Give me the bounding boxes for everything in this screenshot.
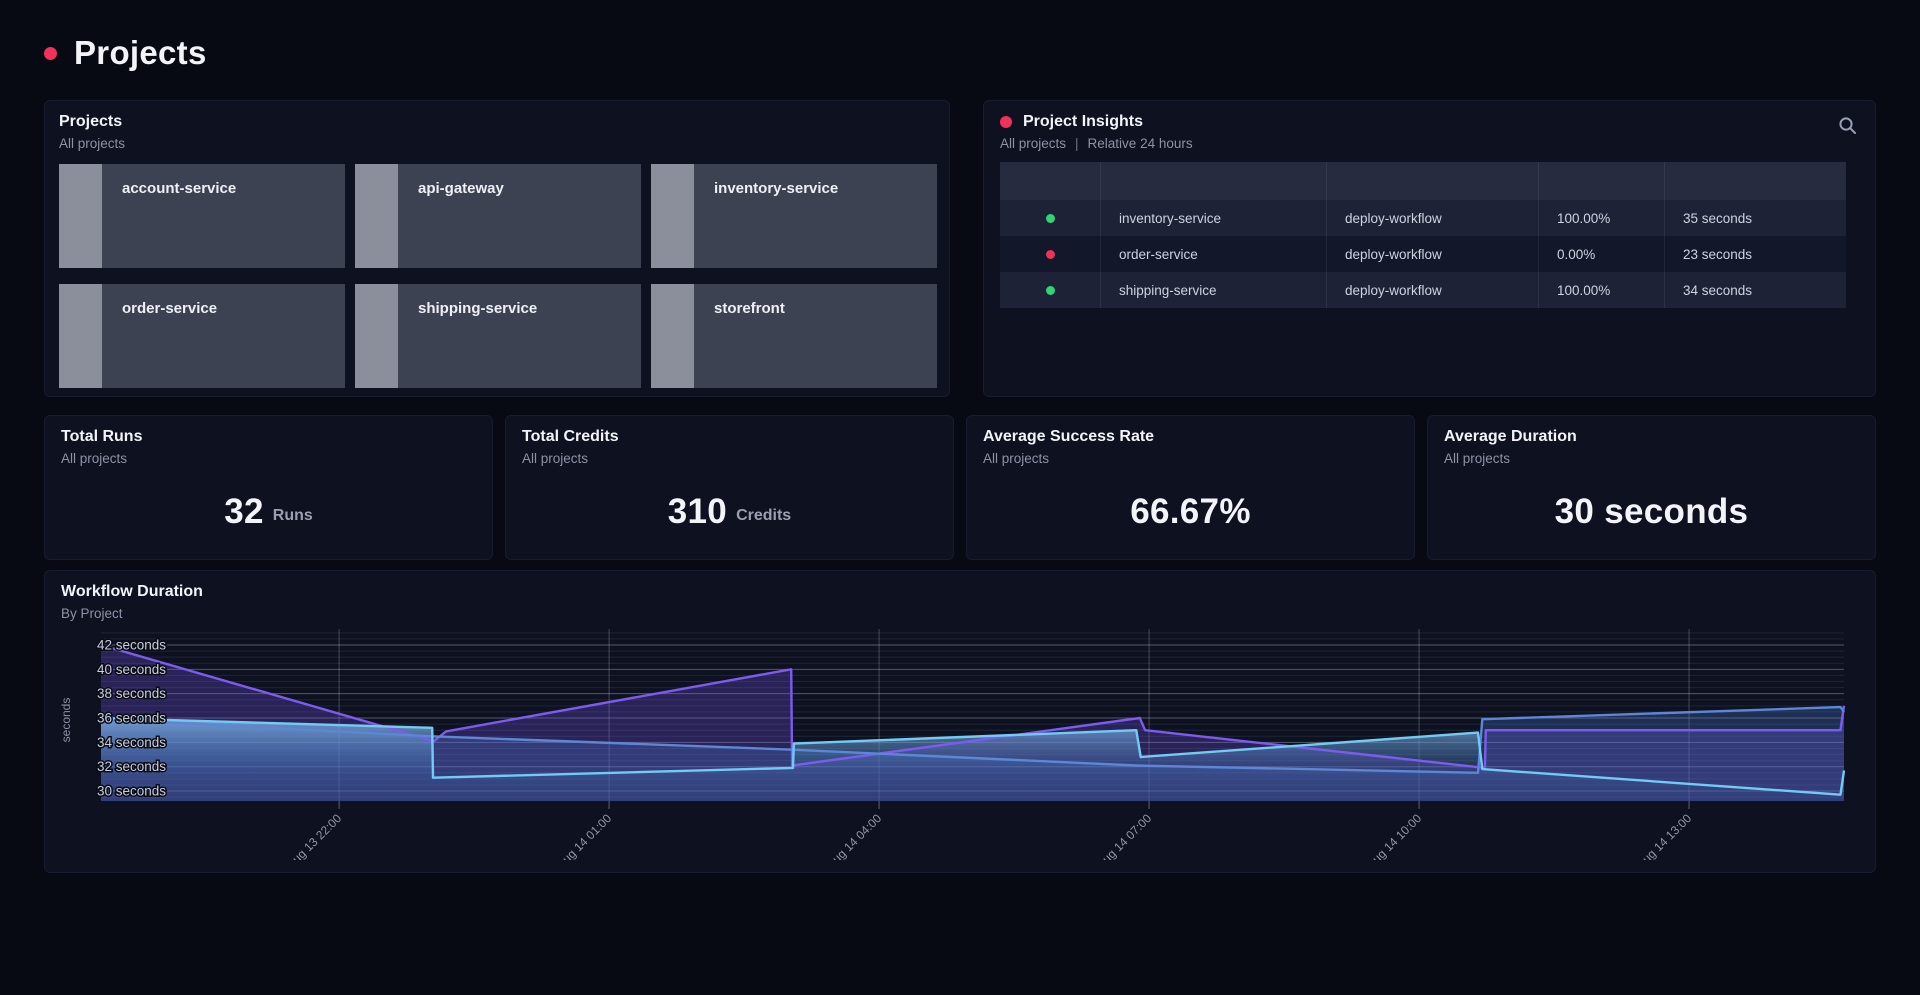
project-tile-label: api-gateway xyxy=(398,164,504,268)
success-rate-cell: 100.00% xyxy=(1538,272,1664,308)
project-tile-label: shipping-service xyxy=(398,284,537,388)
y-tick-label: 38 seconds xyxy=(97,686,166,701)
stat-title: Total Credits xyxy=(522,428,937,446)
svg-text:Aug 14 01:00: Aug 14 01:00 xyxy=(554,811,615,860)
project-tile-storefront[interactable]: storefront xyxy=(651,284,937,388)
chart-title: Workflow Duration xyxy=(61,583,1859,601)
project-cell: order-service xyxy=(1100,236,1326,272)
project-tile-thumbnail xyxy=(651,284,694,388)
chart-plot-area: Aug 13 22:00 Aug 14 01:00 Aug 14 04:00 Aug … xyxy=(51,615,1861,860)
project-tiles-grid: account-service api-gateway inventory-serv… xyxy=(59,164,935,388)
stat-title: Average Duration xyxy=(1444,428,1859,446)
stat-title: Total Runs xyxy=(61,428,476,446)
stat-card-average-duration: Average Duration All projects 30 seconds xyxy=(1427,415,1876,560)
project-tile-thumbnail xyxy=(59,164,102,268)
stat-value: 32 xyxy=(224,492,264,532)
success-rate-cell: 100.00% xyxy=(1538,200,1664,236)
project-tile-api-gateway[interactable]: api-gateway xyxy=(355,164,641,268)
y-tick-label: 32 seconds xyxy=(97,759,166,774)
stats-row: Total Runs All projects 32 Runs Total Credit… xyxy=(44,415,1876,560)
y-tick-label: 40 seconds xyxy=(97,662,166,677)
stat-unit: Credits xyxy=(736,499,791,525)
projects-card: Projects All projects account-service api… xyxy=(44,100,950,397)
insights-table-body: inventory-servicedeploy-workflow100.00%3… xyxy=(1000,200,1846,308)
project-cell: shipping-service xyxy=(1100,272,1326,308)
project-cell: inventory-service xyxy=(1100,200,1326,236)
project-tile-shipping-service[interactable]: shipping-service xyxy=(355,284,641,388)
duration-cell: 35 seconds xyxy=(1664,200,1846,236)
projects-card-subtitle: All projects xyxy=(59,136,935,151)
svg-text:Aug 14 13:00: Aug 14 13:00 xyxy=(1634,811,1695,860)
project-tile-inventory-service[interactable]: inventory-service xyxy=(651,164,937,268)
stat-value: 66.67% xyxy=(1130,492,1251,532)
project-tile-label: account-service xyxy=(102,164,236,268)
y-tick-label: 30 seconds xyxy=(97,784,166,799)
insights-table-row-shipping-service[interactable]: shipping-servicedeploy-workflow100.00%34… xyxy=(1000,272,1846,308)
insights-subtitle-separator: | xyxy=(1075,136,1079,151)
status-cell xyxy=(1000,200,1100,236)
status-success-icon xyxy=(1046,286,1055,295)
project-tile-thumbnail xyxy=(651,164,694,268)
project-tile-label: storefront xyxy=(694,284,785,388)
insights-card-title: Project Insights xyxy=(1023,113,1143,131)
status-success-icon xyxy=(1046,214,1055,223)
project-tile-order-service[interactable]: order-service xyxy=(59,284,345,388)
search-icon[interactable] xyxy=(1835,113,1859,137)
insights-scope: All projects xyxy=(1000,136,1066,151)
insights-table-header xyxy=(1000,162,1846,200)
stat-subtitle: All projects xyxy=(522,451,937,466)
project-tile-label: order-service xyxy=(102,284,217,388)
insights-table-row-order-service[interactable]: order-servicedeploy-workflow0.00%23 seco… xyxy=(1000,236,1846,272)
svg-text:Aug 13 22:00: Aug 13 22:00 xyxy=(284,811,345,860)
workflow-cell: deploy-workflow xyxy=(1326,200,1538,236)
projects-card-title: Projects xyxy=(59,113,935,131)
stat-value: 310 xyxy=(668,492,727,532)
y-tick-label: 36 seconds xyxy=(97,711,166,726)
status-cell xyxy=(1000,272,1100,308)
workflow-duration-chart: Workflow Duration By Project seconds Aug… xyxy=(44,570,1876,873)
svg-text:Aug 14 04:00: Aug 14 04:00 xyxy=(824,811,885,860)
stat-value: 30 seconds xyxy=(1555,492,1749,532)
svg-text:Aug 14 07:00: Aug 14 07:00 xyxy=(1094,811,1155,860)
status-cell xyxy=(1000,236,1100,272)
success-rate-cell: 0.00% xyxy=(1538,236,1664,272)
project-tile-thumbnail xyxy=(355,284,398,388)
stat-subtitle: All projects xyxy=(983,451,1398,466)
y-tick-label: 34 seconds xyxy=(97,735,166,750)
project-tile-account-service[interactable]: account-service xyxy=(59,164,345,268)
insights-table: inventory-servicedeploy-workflow100.00%3… xyxy=(1000,162,1846,308)
stat-subtitle: All projects xyxy=(1444,451,1859,466)
svg-text:Aug 14 10:00: Aug 14 10:00 xyxy=(1364,811,1425,860)
insights-title-dot-icon xyxy=(1000,116,1012,128)
page-title: Projects xyxy=(74,34,207,72)
workflow-cell: deploy-workflow xyxy=(1326,272,1538,308)
project-insights-card: Project Insights All projects | Relative 2… xyxy=(983,100,1876,397)
stat-card-total-runs: Total Runs All projects 32 Runs xyxy=(44,415,493,560)
stat-subtitle: All projects xyxy=(61,451,476,466)
status-failure-icon xyxy=(1046,250,1055,259)
project-tile-label: inventory-service xyxy=(694,164,838,268)
y-tick-label: 42 seconds xyxy=(97,638,166,653)
duration-cell: 34 seconds xyxy=(1664,272,1846,308)
stat-card-total-credits: Total Credits All projects 310 Credits xyxy=(505,415,954,560)
stat-title: Average Success Rate xyxy=(983,428,1398,446)
page-title-dot-icon xyxy=(44,47,57,60)
project-tile-thumbnail xyxy=(59,284,102,388)
project-tile-thumbnail xyxy=(355,164,398,268)
page-header: Projects xyxy=(0,0,1920,100)
workflow-cell: deploy-workflow xyxy=(1326,236,1538,272)
insights-card-subtitle: All projects | Relative 24 hours xyxy=(1000,136,1859,151)
insights-range: Relative 24 hours xyxy=(1088,136,1193,151)
stat-card-average-success-rate: Average Success Rate All projects 66.67% xyxy=(966,415,1415,560)
stat-unit: Runs xyxy=(273,499,313,525)
insights-table-row-inventory-service[interactable]: inventory-servicedeploy-workflow100.00%3… xyxy=(1000,200,1846,236)
duration-cell: 23 seconds xyxy=(1664,236,1846,272)
